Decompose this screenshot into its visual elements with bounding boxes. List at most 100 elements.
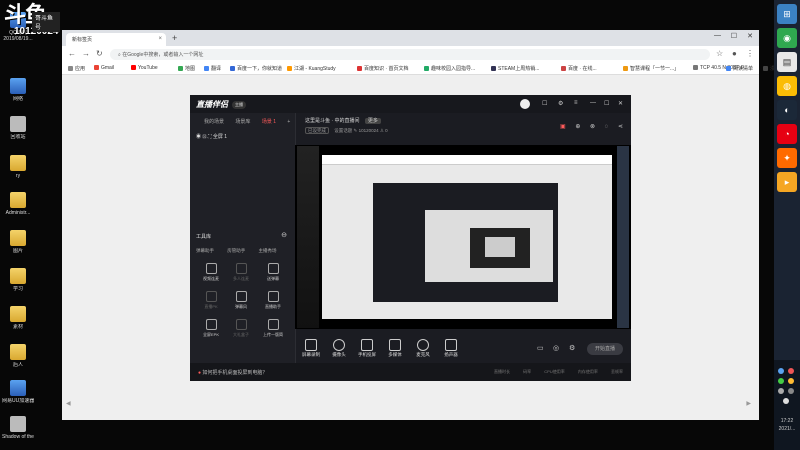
omnibox[interactable]: ⌕ 在Google中搜索，或者输入一个网址 [110,49,710,60]
tool-category[interactable]: 房管助手 [227,248,245,253]
bookmark-item[interactable]: 应用 [68,65,85,72]
start-stream-button[interactable]: 开始直播 [587,343,623,355]
desktop-icon-assets[interactable]: 素材 [2,306,34,330]
tool-category[interactable]: 主播秀场 [259,248,277,253]
tab-close-icon[interactable]: × [158,36,162,42]
desktop-icon-recycle-bin[interactable]: 回收站 [2,116,34,140]
desktop-icon-pictures[interactable]: 图片 [2,230,34,254]
scroll-right-arrow[interactable]: ▶ [746,400,751,407]
help-link[interactable]: ● 如何把手机桌面投屏到电脑？ [198,369,267,376]
bookmark-item[interactable]: 江湖 - KuangStudy [287,65,336,72]
tool-item[interactable]: 大礼盒子 [226,319,256,338]
more-tag[interactable]: 更多 [364,118,381,124]
steam-icon[interactable]: ◐ [777,100,797,120]
scene-item[interactable]: ◉ ⊡ ⛶ 全屏 1 [196,133,227,140]
desktop-icon-shadow-tomb[interactable]: Shadow of the Tom... [2,416,34,440]
network-tray-icon[interactable] [783,398,789,404]
desktop-icon-study[interactable]: 学习 [2,268,34,292]
desktop-icon-administrator[interactable]: Administr... [2,192,34,216]
maximize-icon[interactable]: ☐ [604,100,609,107]
star-icon[interactable]: ☆ [716,49,723,58]
bookmark-item[interactable]: STEAM上周热销... [491,65,539,72]
more-icon[interactable]: ⊖ [281,231,287,239]
browser-tab[interactable]: 新标签页 × [66,33,166,46]
tool-category[interactable]: 弹幕助手 [196,248,214,253]
clock-time[interactable]: 17:22 [774,418,800,424]
tray-icon[interactable] [778,368,784,374]
tray-icon[interactable] [778,388,784,394]
maximize-icon[interactable]: ☐ [731,32,737,40]
speaker-button[interactable]: 扬声器 [437,339,465,358]
tool-item[interactable]: 直播PK [196,291,226,310]
tab-scene-library[interactable]: 场景库 [235,119,250,125]
close-window-icon[interactable]: ✕ [747,32,753,40]
tool-item[interactable]: 视频连麦 [196,263,226,282]
layout-icon[interactable]: ▭ [537,344,544,352]
file-explorer-icon[interactable]: ▤ [777,52,797,72]
tab-scene-1[interactable]: 场景 1 [262,119,276,125]
forward-icon[interactable]: → [82,49,90,58]
settings-icon[interactable]: ⚙ [558,100,563,107]
bookmark-item[interactable]: 阅读清单 [725,65,753,72]
bell-icon[interactable]: ◌ [605,124,609,130]
avatar[interactable] [520,99,530,109]
desktop-icon-later[interactable]: 后人 [2,344,34,368]
share-icon[interactable]: ⋖ [618,124,623,130]
scroll-left-arrow[interactable]: ◀ [66,400,71,407]
camera-button[interactable]: 摄像头 [325,339,353,358]
tool-item[interactable]: 全屏EPK [196,319,226,338]
reload-icon[interactable]: ↻ [96,49,103,58]
screen-capture-button[interactable]: 屏幕录制 [297,339,325,358]
streaming-app-icon[interactable]: ▸ [777,172,797,192]
tray-icon[interactable] [788,378,794,384]
tab-my-scenes[interactable]: 我的场景 [204,119,224,125]
brand-pill: 主播 [232,100,246,109]
bookmark-item[interactable]: 百度一下，你就知道 [230,65,282,72]
desktop-icon-ry[interactable]: ry [2,155,34,179]
minimize-icon[interactable]: — [714,32,721,39]
tool-item[interactable]: 多人连麦 [226,263,256,282]
bookmark-item[interactable]: YouTube [131,65,158,71]
tool-item[interactable]: 送弹幕 [258,263,288,282]
add-scene-icon[interactable]: + [287,119,290,125]
clock-date[interactable]: 2021/... [774,426,800,432]
tray-icon[interactable] [788,368,794,374]
microphone-button[interactable]: 麦克风 [409,339,437,358]
settings-icon[interactable]: ⚙ [569,344,575,352]
gift-icon[interactable]: ▣ [560,124,566,130]
bookmark-item[interactable]: 地图 [178,65,195,72]
message-icon[interactable]: ☐ [542,100,547,107]
status-button[interactable]: 已设完成 [305,127,329,134]
menu-icon[interactable]: ⋮ [746,49,754,58]
windows-start-icon[interactable]: ⊞ [777,4,797,24]
tray-icon[interactable] [778,378,784,384]
lock-icon[interactable]: ⊕ [575,124,580,130]
topic-link[interactable]: 设置话题 [334,128,352,133]
tool-item[interactable]: 弹幕风 [226,291,256,310]
douyu-icon[interactable]: ✦ [777,148,797,168]
profile-icon[interactable]: ● [732,49,737,58]
tray-icon[interactable] [788,388,794,394]
menu-icon[interactable]: ≡ [574,100,578,106]
back-icon[interactable]: ← [68,49,76,58]
close-icon[interactable]: ✕ [618,100,623,107]
bookmark-item[interactable]: 翻译 [204,65,221,72]
media-button[interactable]: 多媒体 [381,339,409,358]
bookmark-item[interactable]: 百度知识 · 首页文档 [357,65,408,72]
desktop-icon-uu-booster[interactable]: 网易UU加速器 [2,380,34,404]
chrome-icon[interactable]: ◍ [777,76,797,96]
wechat-icon[interactable]: ◉ [777,28,797,48]
minimize-icon[interactable]: — [590,100,596,106]
bookmark-item[interactable]: 趣味校园入园指导... [424,65,475,72]
tool-item[interactable]: 上传一版简 [258,319,288,338]
netease-music-icon[interactable]: ◔ [777,124,797,144]
bookmark-item[interactable]: Gmail [94,65,114,71]
trophy-icon[interactable]: ⊗ [590,124,595,130]
tool-item[interactable]: 直播助手 [258,291,288,310]
new-tab-button[interactable]: + [172,33,177,43]
desktop-icon-network[interactable]: 网络 [2,78,34,102]
phone-cast-button[interactable]: 手机投屏 [353,339,381,358]
bookmark-item[interactable]: 百度 · 在线... [561,65,597,72]
bookmark-item[interactable]: 智慧课程「一节一...」 [623,65,679,72]
record-icon[interactable]: ◎ [553,344,559,352]
